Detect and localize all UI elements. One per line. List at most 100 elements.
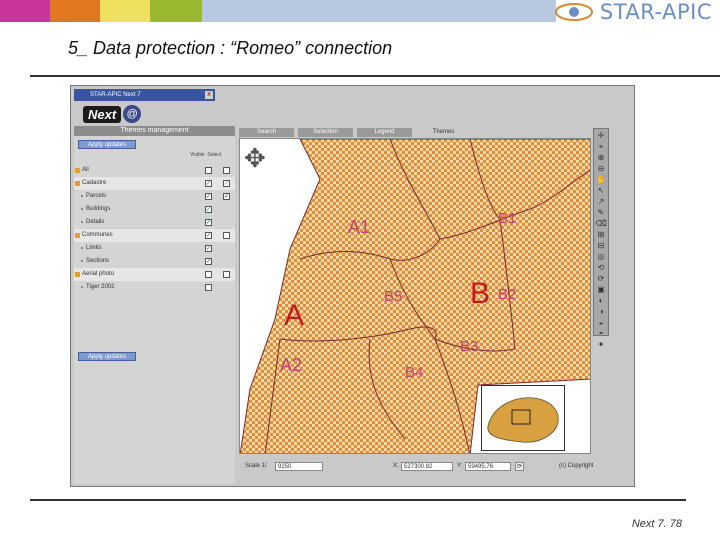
theme-label: Parcels <box>86 193 107 199</box>
logo-at-icon: @ <box>123 105 142 123</box>
color-block <box>150 0 202 22</box>
map-tool-icon[interactable]: ⊕ <box>595 153 607 162</box>
close-icon[interactable]: x <box>205 91 213 99</box>
map-tool-icon[interactable]: ◎ <box>595 252 607 261</box>
map-tool-icon[interactable]: ◐ <box>595 296 607 305</box>
tab-themes[interactable]: Themes <box>416 128 471 137</box>
zone-label-b5: B5 <box>384 288 402 305</box>
theme-label: Aerial photo <box>82 271 115 277</box>
theme-label: Details <box>86 219 105 225</box>
tab-selection[interactable]: Selection <box>298 128 353 137</box>
map-tool-icon[interactable]: ◑ <box>595 307 607 316</box>
visible-checkbox[interactable]: ✓ <box>205 232 212 239</box>
map-tool-icon[interactable]: ⊖ <box>595 164 607 173</box>
theme-label: Buildings <box>86 206 111 212</box>
theme-bullet-icon <box>81 208 83 210</box>
select-checkbox[interactable] <box>223 232 230 239</box>
panel-header: Themes management <box>74 126 235 136</box>
map-tool-icon[interactable]: ⊟ <box>595 241 607 250</box>
scale-field[interactable]: 9250 <box>275 462 323 471</box>
overview-map[interactable] <box>481 385 565 451</box>
color-block <box>100 0 150 22</box>
visible-checkbox[interactable]: ✓ <box>205 206 212 213</box>
select-checkbox[interactable] <box>223 271 230 278</box>
visible-checkbox[interactable] <box>205 167 212 174</box>
theme-row: Parcels ✓ ✓ <box>74 190 235 203</box>
col-visible: Visible <box>190 152 205 158</box>
column-headers: Visible Select <box>190 152 221 158</box>
apply-updates-button-bottom[interactable]: Apply updates <box>78 352 136 361</box>
zone-label-b4: B4 <box>405 364 423 381</box>
theme-bullet-icon <box>81 221 83 223</box>
visible-checkbox[interactable]: ✓ <box>205 258 212 265</box>
status-bar: Scale 1/ 9250 X: 527300.82 Y: 59495.76 ⟳… <box>239 460 631 474</box>
app-window: STAR-APIC Next 7 x Next @ Themes managem… <box>70 85 635 487</box>
big-label-b: B <box>470 277 490 310</box>
tab-legend[interactable]: Legend <box>357 128 412 137</box>
zone-label-a1: A1 <box>348 217 370 237</box>
map-tool-icon[interactable]: ✦ <box>595 340 607 349</box>
copyright-link[interactable]: (c) Copyright <box>559 463 593 469</box>
zone-label-a2: A2 <box>280 355 302 375</box>
brand: STAR-APIC <box>554 0 712 24</box>
theme-row: Aerial photo <box>74 268 235 281</box>
theme-bullet-icon <box>75 272 80 277</box>
window-titlebar: STAR-APIC Next 7 x <box>74 89 215 101</box>
map-tool-icon[interactable]: ⌫ <box>595 219 607 228</box>
window-title: STAR-APIC Next 7 <box>90 92 141 98</box>
visible-checkbox[interactable]: ✓ <box>205 180 212 187</box>
slide-footer: Next 7. 78 <box>631 518 682 530</box>
divider <box>30 499 686 501</box>
map-tool-icon[interactable]: ⟳ <box>595 274 607 283</box>
map-tool-icon[interactable]: ✎ <box>595 208 607 217</box>
theme-label: Tiger 2002 <box>86 284 115 290</box>
map-tool-icon[interactable]: ⟲ <box>595 263 607 272</box>
visible-checkbox[interactable]: ✓ <box>205 219 212 226</box>
theme-label: Communes <box>82 232 113 238</box>
select-checkbox[interactable]: ✓ <box>223 180 230 187</box>
divider <box>30 75 720 77</box>
visible-checkbox[interactable]: ✓ <box>205 245 212 252</box>
theme-bullet-icon <box>81 260 83 262</box>
theme-row: Sections ✓ <box>74 255 235 268</box>
zone-label-b2: B2 <box>498 286 516 303</box>
select-checkbox[interactable]: ✓ <box>223 193 230 200</box>
color-block <box>0 0 50 22</box>
tab-search[interactable]: Search <box>239 128 294 137</box>
map-tool-icon[interactable]: ⌖ <box>595 142 607 151</box>
scale-label: Scale 1/ <box>245 463 267 469</box>
theme-label: Limits <box>86 245 102 251</box>
map-tool-icon[interactable]: ↗ <box>595 197 607 206</box>
zone-label-b3: B3 <box>460 338 478 355</box>
map-tool-icon[interactable]: ↖ <box>595 186 607 195</box>
theme-label: Sections <box>86 258 110 264</box>
refresh-icon[interactable]: ⟳ <box>515 462 524 471</box>
visible-checkbox[interactable] <box>205 271 212 278</box>
map-tool-icon[interactable]: ⊞ <box>595 230 607 239</box>
overview-map-canvas[interactable] <box>482 386 566 452</box>
y-coordinate: 59495.76 <box>465 462 511 471</box>
visible-checkbox[interactable] <box>205 284 212 291</box>
theme-label: All <box>82 167 89 173</box>
apply-updates-button[interactable]: Apply updates <box>78 140 136 149</box>
map-tool-icon[interactable]: ✛ <box>595 131 607 140</box>
x-label: X: <box>393 463 399 469</box>
map-tool-icon[interactable]: ◒ <box>595 318 607 327</box>
map-tool-icon[interactable]: ▣ <box>595 285 607 294</box>
theme-bullet-icon <box>81 247 83 249</box>
compass-icon[interactable]: ✥ <box>244 143 266 174</box>
map-tool-icon[interactable]: ◓ <box>595 329 607 338</box>
theme-row: Tiger 2002 <box>74 281 235 294</box>
visible-checkbox[interactable]: ✓ <box>205 193 212 200</box>
select-checkbox[interactable] <box>223 167 230 174</box>
logo-next: Next <box>83 105 122 123</box>
slide-title: 5_ Data protection : “Romeo” connection <box>68 38 393 58</box>
brand-name: STAR-APIC <box>599 0 712 24</box>
map-view[interactable]: A1 A2 B1 B2 B3 B4 B5 A B ✥ <box>239 138 591 454</box>
x-coordinate: 527300.82 <box>401 462 453 471</box>
map-toolbar: ✛ ⌖ ⊕ ⊖ ✋ ↖ ↗ ✎ ⌫ ⊞ ⊟ ◎ ⟲ ⟳ ▣ ◐ ◑ ◒ ◓ ✦ <box>593 128 609 349</box>
tool-list: ✛ ⌖ ⊕ ⊖ ✋ ↖ ↗ ✎ ⌫ ⊞ ⊟ ◎ ⟲ ⟳ ▣ ◐ ◑ ◒ ◓ ✦ <box>594 131 608 349</box>
theme-row: Limits ✓ <box>74 242 235 255</box>
map-tool-icon[interactable]: ✋ <box>595 175 607 184</box>
theme-label: Cadastre <box>82 180 107 186</box>
